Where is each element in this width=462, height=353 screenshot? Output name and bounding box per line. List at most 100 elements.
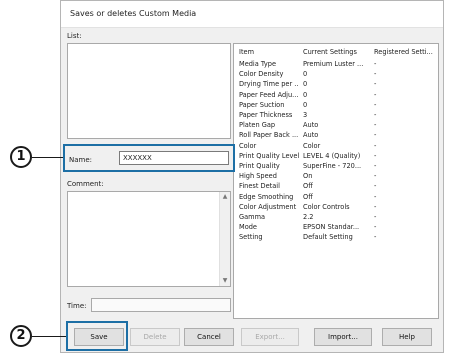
cell-registered: -: [374, 223, 377, 232]
header-current-settings: Current Settings: [303, 48, 357, 56]
cell-current: On: [303, 172, 313, 181]
cell-registered: -: [374, 111, 377, 119]
custom-media-list[interactable]: [67, 43, 231, 139]
table-row[interactable]: Mode EPSON Standar... -: [234, 222, 438, 232]
cell-current: Color: [303, 141, 321, 150]
delete-button: Delete: [130, 328, 180, 346]
cell-registered: -: [374, 70, 377, 79]
callout-2-leader: [32, 336, 66, 337]
cell-item: Setting: [239, 233, 263, 242]
export-button: Export...: [241, 328, 299, 346]
table-row[interactable]: Color Density 0 -: [234, 69, 438, 79]
cell-item: Paper Feed Adju...: [239, 90, 299, 99]
header-registered-settings: Registered Setti...: [374, 48, 433, 56]
table-row[interactable]: Paper Suction 0 -: [234, 100, 438, 110]
dialog-title: Saves or deletes Custom Media: [70, 9, 197, 18]
cell-registered: -: [374, 121, 377, 130]
cell-registered: -: [374, 131, 377, 140]
table-row[interactable]: Color Color -: [234, 141, 438, 151]
callout-1-leader: [32, 157, 63, 158]
cell-registered: -: [374, 162, 377, 170]
help-button[interactable]: Help: [382, 328, 432, 346]
cell-current: Off: [303, 192, 313, 201]
table-row[interactable]: Platen Gap Auto -: [234, 120, 438, 130]
cell-registered: -: [374, 80, 377, 89]
cell-item: Print Quality: [239, 162, 280, 170]
cell-item: Paper Thickness: [239, 111, 293, 119]
cell-item: Color Adjustment: [239, 202, 297, 211]
cell-item: Color: [239, 141, 257, 150]
table-row[interactable]: Color Adjustment Color Controls -: [234, 202, 438, 212]
time-field: [91, 298, 231, 312]
cell-current: Auto: [303, 131, 319, 140]
cell-registered: -: [374, 60, 377, 68]
step-1-callout: 1: [10, 146, 32, 168]
dialog-titlebar: Saves or deletes Custom Media: [61, 1, 443, 28]
cell-registered: -: [374, 100, 377, 109]
cell-current: 0: [303, 90, 308, 99]
cell-item: Color Density: [239, 70, 284, 79]
cell-current: 2.2: [303, 213, 314, 221]
table-row[interactable]: Finest Detail Off -: [234, 181, 438, 191]
table-row[interactable]: Drying Time per ... 0 -: [234, 79, 438, 89]
cell-current: Default Setting: [303, 233, 353, 242]
cell-item: Edge Smoothing: [239, 192, 294, 201]
table-row[interactable]: Roll Paper Back ... Auto -: [234, 130, 438, 140]
cell-registered: -: [374, 192, 377, 201]
cell-current: Color Controls: [303, 202, 350, 211]
name-field-highlight: [63, 144, 235, 172]
comment-scrollbar[interactable]: ▲ ▼: [219, 192, 230, 286]
header-item: Item: [239, 48, 255, 56]
cell-item: Media Type: [239, 60, 277, 68]
cell-registered: -: [374, 182, 377, 191]
cell-current: EPSON Standar...: [303, 223, 360, 232]
table-row[interactable]: Gamma 2.2 -: [234, 212, 438, 222]
table-row[interactable]: Paper Thickness 3 -: [234, 110, 438, 120]
cell-item: Paper Suction: [239, 100, 285, 109]
cell-current: SuperFine - 720...: [303, 162, 362, 170]
import-button[interactable]: Import...: [314, 328, 372, 346]
cell-item: Print Quality Level: [239, 151, 299, 160]
cell-current: LEVEL 4 (Quality): [303, 151, 361, 160]
table-row[interactable]: Setting Default Setting -: [234, 232, 438, 242]
comment-textarea[interactable]: ▲ ▼: [67, 191, 231, 287]
table-row[interactable]: High Speed On -: [234, 171, 438, 181]
time-label: Time:: [67, 302, 87, 310]
table-row[interactable]: Print Quality Level LEVEL 4 (Quality) -: [234, 151, 438, 161]
cell-registered: -: [374, 90, 377, 99]
list-label: List:: [67, 32, 82, 40]
comment-label: Comment:: [67, 180, 104, 188]
cell-current: 0: [303, 80, 308, 89]
cell-registered: -: [374, 172, 377, 181]
cell-current: Auto: [303, 121, 319, 130]
save-button-highlight: [66, 321, 128, 351]
cell-current: Off: [303, 182, 313, 191]
table-row[interactable]: Media Type Premium Luster ... -: [234, 59, 438, 69]
cell-item: Gamma: [239, 213, 266, 221]
custom-media-dialog: Saves or deletes Custom Media List: Name…: [60, 0, 444, 353]
cell-item: Drying Time per ...: [239, 80, 299, 89]
table-row[interactable]: Print Quality SuperFine - 720... -: [234, 161, 438, 171]
settings-table[interactable]: Item Current Settings Registered Setti..…: [233, 43, 439, 319]
scroll-down-icon[interactable]: ▼: [221, 277, 229, 285]
cell-item: Roll Paper Back ...: [239, 131, 299, 140]
cell-registered: -: [374, 151, 377, 160]
cell-current: Premium Luster ...: [303, 60, 364, 68]
cell-item: Finest Detail: [239, 182, 280, 191]
cell-registered: -: [374, 141, 377, 150]
cell-registered: -: [374, 202, 377, 211]
cell-item: Platen Gap: [239, 121, 276, 130]
cell-current: 3: [303, 111, 308, 119]
table-row[interactable]: Edge Smoothing Off -: [234, 192, 438, 202]
cancel-button[interactable]: Cancel: [184, 328, 234, 346]
cell-registered: -: [374, 233, 377, 242]
cell-current: 0: [303, 70, 308, 79]
table-row[interactable]: Paper Feed Adju... 0 -: [234, 90, 438, 100]
cell-item: High Speed: [239, 172, 277, 181]
scroll-up-icon[interactable]: ▲: [221, 193, 229, 201]
table-header: Item Current Settings Registered Setti..…: [234, 47, 438, 57]
cell-item: Mode: [239, 223, 257, 232]
cell-registered: -: [374, 213, 377, 221]
step-2-callout: 2: [10, 325, 32, 347]
cell-current: 0: [303, 100, 308, 109]
